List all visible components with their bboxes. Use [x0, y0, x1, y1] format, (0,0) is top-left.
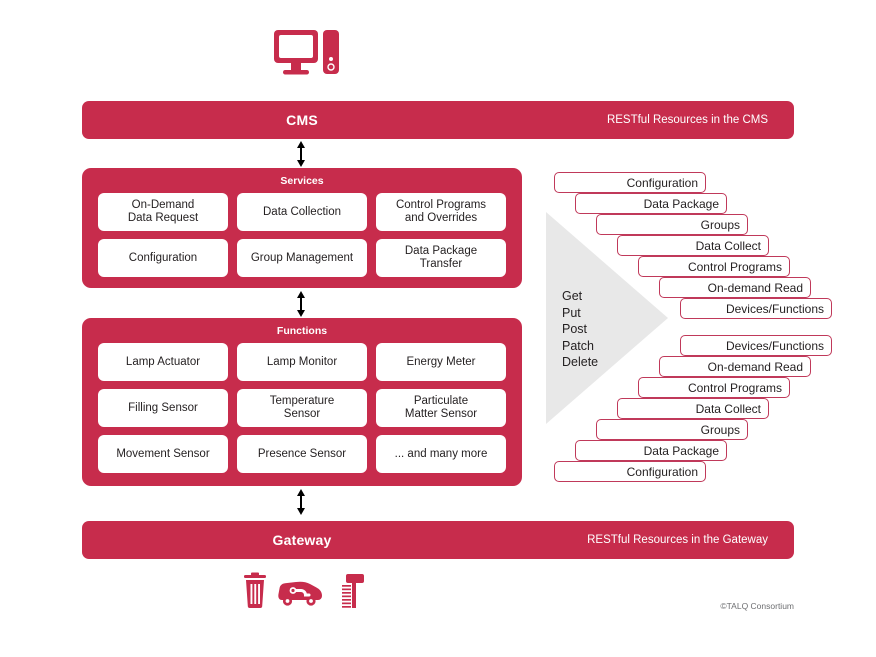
http-verb-post: Post: [562, 322, 588, 336]
step-label: Devices/Functions: [725, 338, 824, 353]
service-item-1[interactable]: On-Demand Data Request: [98, 193, 228, 231]
gateway-title: Gateway: [272, 532, 332, 548]
device-icons-row: [238, 572, 368, 614]
rest-resource-top-4[interactable]: Data Collect: [617, 235, 769, 256]
step-label: Control Programs: [687, 259, 782, 274]
step-label: On-demand Read: [707, 280, 803, 295]
function-item-5[interactable]: Temperature Sensor: [237, 389, 367, 427]
rest-resource-top-6[interactable]: On-demand Read: [659, 277, 811, 298]
rest-resource-bottom-1[interactable]: Devices/Functions: [680, 335, 832, 356]
step-label: Data Collect: [695, 238, 761, 253]
street-lamp-icon: [342, 574, 364, 608]
services-grid: On-Demand Data Request Data Collection Cont…: [98, 193, 506, 277]
copyright-notice: ©TALQ Consortium: [720, 601, 794, 611]
step-label: Configuration: [626, 464, 698, 479]
service-item-3[interactable]: Control Programs and Overrides: [376, 193, 506, 231]
gateway-subtitle: RESTful Resources in the Gateway: [587, 534, 768, 546]
cms-title: CMS: [286, 112, 318, 128]
step-label: On-demand Read: [707, 359, 803, 374]
cms-to-services-arrow: [291, 140, 311, 168]
step-label: Configuration: [626, 175, 698, 190]
gateway-bar: Gateway RESTful Resources in the Gateway: [82, 521, 794, 559]
rest-resource-bottom-5[interactable]: Groups: [596, 419, 748, 440]
functions-panel-title: Functions: [276, 325, 328, 337]
step-label: Devices/Functions: [725, 301, 824, 316]
rest-resource-bottom-2[interactable]: On-demand Read: [659, 356, 811, 377]
step-label: Data Package: [643, 443, 719, 458]
rest-resource-top-7[interactable]: Devices/Functions: [680, 298, 832, 319]
http-verb-patch: Patch: [562, 338, 594, 353]
function-item-2[interactable]: Lamp Monitor: [237, 343, 367, 381]
electric-car-icon: [278, 581, 322, 606]
rest-resource-bottom-6[interactable]: Data Package: [575, 440, 727, 461]
function-item-1[interactable]: Lamp Actuator: [98, 343, 228, 381]
rest-resource-top-2[interactable]: Data Package: [575, 193, 727, 214]
http-verbs-list: Get Put Post Patch Delete: [562, 288, 598, 371]
step-label: Data Collect: [695, 401, 761, 416]
function-item-8[interactable]: Presence Sensor: [237, 435, 367, 473]
rest-resource-top-1[interactable]: Configuration: [554, 172, 706, 193]
function-item-6[interactable]: Particulate Matter Sensor: [376, 389, 506, 427]
http-verb-put: Put: [562, 305, 581, 320]
step-label: Control Programs: [687, 380, 782, 395]
cms-subtitle: RESTful Resources in the CMS: [606, 114, 768, 126]
services-panel-title: Services: [280, 175, 324, 187]
service-item-6[interactable]: Data Package Transfer: [376, 239, 506, 277]
function-item-4[interactable]: Filling Sensor: [98, 389, 228, 427]
rest-resource-top-5[interactable]: Control Programs: [638, 256, 790, 277]
functions-to-gateway-arrow: [291, 488, 311, 516]
service-item-2[interactable]: Data Collection: [237, 193, 367, 231]
desktop-computer-icon: [272, 28, 342, 80]
rest-resource-bottom-7[interactable]: Configuration: [554, 461, 706, 482]
rest-resource-top-3[interactable]: Groups: [596, 214, 748, 235]
cms-bar: CMS RESTful Resources in the CMS: [82, 101, 794, 139]
functions-panel: Functions Lamp Actuator Lamp Monitor Energ…: [82, 318, 522, 486]
service-item-5[interactable]: Group Management: [237, 239, 367, 277]
service-item-4[interactable]: Configuration: [98, 239, 228, 277]
step-label: Groups: [700, 217, 740, 232]
rest-resource-bottom-3[interactable]: Control Programs: [638, 377, 790, 398]
functions-grid: Lamp Actuator Lamp Monitor Energy Meter Fil…: [98, 343, 506, 473]
function-item-9[interactable]: ... and many more: [376, 435, 506, 473]
function-item-3[interactable]: Energy Meter: [376, 343, 506, 381]
rest-resource-bottom-4[interactable]: Data Collect: [617, 398, 769, 419]
step-label: Groups: [700, 422, 740, 437]
services-to-functions-arrow: [291, 290, 311, 318]
waste-bin-icon: [244, 572, 266, 608]
rest-resources-staircase: Get Put Post Patch Delete Configuration Data …: [540, 160, 832, 490]
function-item-7[interactable]: Movement Sensor: [98, 435, 228, 473]
http-verb-delete: Delete: [562, 355, 599, 369]
services-panel: Services On-Demand Data Request Data Colle…: [82, 168, 522, 288]
step-label: Data Package: [643, 196, 719, 211]
http-verb-get: Get: [562, 289, 583, 303]
diagram-canvas: CMS RESTful Resources in the CMS Service…: [0, 0, 876, 657]
